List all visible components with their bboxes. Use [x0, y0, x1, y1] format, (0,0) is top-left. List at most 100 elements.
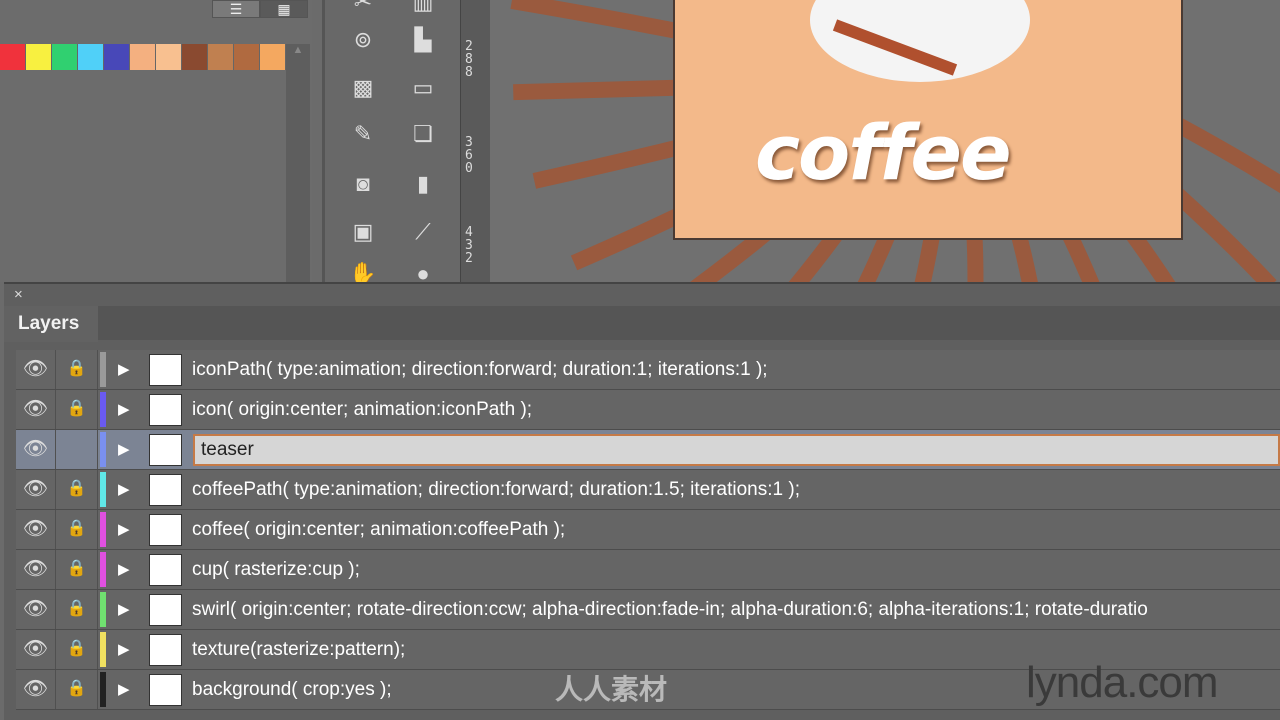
layer-color-bar [100, 552, 106, 587]
visibility-eye-icon[interactable]: 👁 [16, 350, 56, 389]
lock-icon[interactable]: 🔒 [56, 510, 98, 549]
expand-arrow-icon[interactable]: ▶ [118, 390, 130, 430]
color-swatch[interactable] [182, 44, 208, 70]
color-swatch[interactable] [78, 44, 104, 70]
canvas[interactable]: coffee [490, 0, 1280, 282]
lock-icon[interactable]: 🔒 [56, 550, 98, 589]
layer-name: coffeePath( type:animation; direction:fo… [192, 479, 800, 500]
saucer-image [810, 0, 1030, 82]
layer-name: texture(rasterize:pattern); [192, 639, 406, 660]
expand-arrow-icon[interactable]: ▶ [118, 350, 130, 390]
ruler-label: 432 [465, 225, 473, 266]
expand-arrow-icon[interactable]: ▶ [118, 510, 130, 550]
color-swatch[interactable] [234, 44, 260, 70]
layer-name: swirl( origin:center; rotate-direction:c… [192, 599, 1148, 620]
layer-thumbnail [149, 354, 182, 386]
lock-icon[interactable]: 🔒 [56, 590, 98, 629]
lock-icon[interactable]: 🔒 [56, 350, 98, 389]
color-swatch[interactable] [52, 44, 78, 70]
ruler-label: 288 [465, 39, 473, 80]
layer-color-bar [100, 432, 106, 467]
layer-list: 👁 🔒 ▶ iconPath( type:animation; directio… [16, 350, 1280, 710]
lock-icon[interactable]: 🔒 [56, 630, 98, 669]
lock-icon[interactable]: 🔒 [56, 670, 98, 709]
layer-color-bar [100, 392, 106, 427]
layer-row[interactable]: 👁 ▶ teaser [16, 430, 1280, 470]
layer-color-bar [100, 352, 106, 387]
color-swatch[interactable] [130, 44, 156, 70]
mesh-tool-icon[interactable]: ▩ [345, 72, 381, 104]
layer-thumbnail [149, 594, 182, 626]
lock-icon[interactable]: 🔒 [56, 390, 98, 429]
layer-thumbnail [149, 674, 182, 706]
graph-tool-icon[interactable]: ▮ [405, 168, 441, 200]
layer-name: background( crop:yes ); [192, 679, 392, 700]
watermark-site: 人人素材 [555, 674, 668, 705]
layer-row[interactable]: 👁 🔒 ▶ coffee( origin:center; animation:c… [16, 510, 1280, 550]
visibility-eye-icon[interactable]: 👁 [16, 590, 56, 629]
layer-color-bar [100, 512, 106, 547]
slice-tool-icon[interactable]: ⟋ [405, 216, 441, 248]
shape-builder-icon[interactable]: ⊚ [345, 24, 381, 56]
symbol-sprayer-icon[interactable]: ◙ [345, 168, 381, 200]
layer-row[interactable]: 👁 🔒 ▶ iconPath( type:animation; directio… [16, 350, 1280, 390]
visibility-eye-icon[interactable]: 👁 [16, 390, 56, 429]
grid-view-button[interactable]: ▦ [260, 0, 308, 18]
expand-arrow-icon[interactable]: ▶ [118, 430, 130, 470]
eyedropper-icon[interactable]: ✎ [345, 118, 381, 150]
color-swatch[interactable] [260, 44, 286, 70]
layer-color-bar [100, 672, 106, 707]
layer-thumbnail [149, 634, 182, 666]
swatches-panel: ☰ ▦ ▲ [0, 0, 312, 282]
layer-row[interactable]: 👁 🔒 ▶ coffeePath( type:animation; direct… [16, 470, 1280, 510]
layer-thumbnail [149, 554, 182, 586]
panel-close-button[interactable]: × [4, 284, 1280, 306]
color-swatch[interactable] [26, 44, 52, 70]
layer-row[interactable]: 👁 🔒 ▶ cup( rasterize:cup ); [16, 550, 1280, 590]
expand-arrow-icon[interactable]: ▶ [118, 670, 130, 710]
layer-name-input[interactable]: teaser [193, 434, 1280, 466]
color-swatch[interactable] [156, 44, 182, 70]
layer-thumbnail [149, 394, 182, 426]
layer-thumbnail [149, 474, 182, 506]
lock-icon[interactable]: 🔒 [56, 470, 98, 509]
layers-panel: × Layers 👁 🔒 ▶ iconPath( type:animation;… [4, 282, 1280, 720]
tab-layers[interactable]: Layers [4, 306, 98, 342]
swatch-row [0, 44, 286, 70]
visibility-eye-icon[interactable]: 👁 [16, 510, 56, 549]
tools-panel: ✂ ▥ ⊚ ▙ ▩ ▭ ✎ ❏ ◙ ▮ ▣ ⟋ ✋ ● [322, 0, 460, 286]
layer-color-bar [100, 632, 106, 667]
artboard-tool-icon[interactable]: ▣ [345, 216, 381, 248]
layer-row[interactable]: 👁 🔒 ▶ swirl( origin:center; rotate-direc… [16, 590, 1280, 630]
layer-color-bar [100, 592, 106, 627]
visibility-eye-icon[interactable]: 👁 [16, 630, 56, 669]
list-view-button[interactable]: ☰ [212, 0, 260, 18]
blend-tool-icon[interactable]: ❏ [405, 118, 441, 150]
layer-thumbnail [149, 514, 182, 546]
visibility-eye-icon[interactable]: 👁 [16, 430, 56, 469]
color-swatch[interactable] [0, 44, 26, 70]
color-swatch[interactable] [208, 44, 234, 70]
ruler-label: 360 [465, 135, 473, 176]
layer-color-bar [100, 472, 106, 507]
visibility-eye-icon[interactable]: 👁 [16, 670, 56, 709]
expand-arrow-icon[interactable]: ▶ [118, 550, 130, 590]
visibility-eye-icon[interactable]: 👁 [16, 470, 56, 509]
layer-name: iconPath( type:animation; direction:forw… [192, 359, 768, 380]
perspective-tool-icon[interactable]: ▥ [405, 0, 441, 18]
lock-icon[interactable] [56, 430, 98, 469]
expand-arrow-icon[interactable]: ▶ [118, 470, 130, 510]
color-swatch[interactable] [104, 44, 130, 70]
visibility-eye-icon[interactable]: 👁 [16, 550, 56, 589]
scrollbar[interactable]: ▲ [286, 44, 310, 282]
vertical-ruler: 288 360 432 [460, 0, 490, 282]
expand-arrow-icon[interactable]: ▶ [118, 630, 130, 670]
perspective-grid-icon[interactable]: ▙ [405, 24, 441, 56]
layer-row[interactable]: 👁 🔒 ▶ icon( origin:center; animation:ico… [16, 390, 1280, 430]
layer-thumbnail [149, 434, 182, 466]
layer-name: coffee( origin:center; animation:coffeeP… [192, 519, 566, 540]
expand-arrow-icon[interactable]: ▶ [118, 590, 130, 630]
warp-tool-icon[interactable]: ✂ [345, 0, 381, 18]
gradient-tool-icon[interactable]: ▭ [405, 72, 441, 104]
coffee-headline: coffee [755, 108, 1011, 197]
